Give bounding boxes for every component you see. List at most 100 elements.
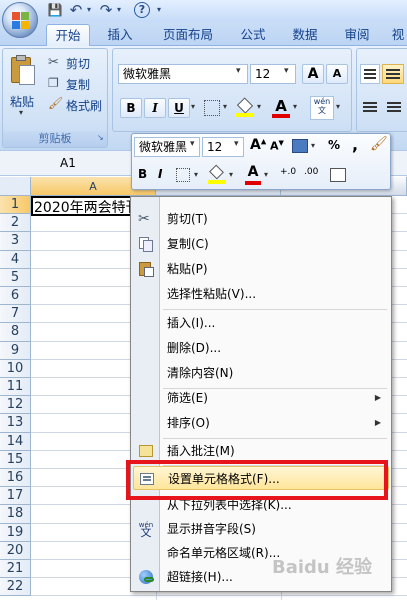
- row-header[interactable]: 21: [0, 560, 31, 579]
- row-header[interactable]: 8: [0, 323, 31, 342]
- menu-item-delete[interactable]: 删除(D)...: [133, 336, 389, 360]
- menu-item-paste-special[interactable]: 选择性粘贴(V)...: [133, 282, 389, 306]
- mini-number-format-dropdown-icon[interactable]: ▾: [311, 141, 315, 150]
- underline-dropdown-icon[interactable]: ▾: [191, 102, 195, 111]
- font-color-dropdown-icon[interactable]: ▾: [293, 102, 297, 111]
- decrease-decimal-icon[interactable]: .00: [304, 167, 318, 177]
- row-header[interactable]: 9: [0, 341, 31, 360]
- mini-borders-icon[interactable]: [176, 168, 190, 182]
- row-header[interactable]: 4: [0, 250, 31, 269]
- mini-format-painter-icon[interactable]: 🖌: [370, 136, 388, 152]
- mini-borders-dropdown-icon[interactable]: ▾: [194, 170, 198, 179]
- row-header[interactable]: 5: [0, 268, 31, 287]
- shrink-font-button[interactable]: A: [326, 64, 348, 84]
- mini-fill-dropdown-icon[interactable]: ▾: [229, 170, 233, 179]
- row-header[interactable]: 20: [0, 541, 31, 560]
- menu-item-insert[interactable]: 插入(I)...: [133, 311, 389, 335]
- redo-icon[interactable]: ↷: [98, 1, 114, 19]
- cut-button[interactable]: 剪切: [66, 55, 90, 72]
- increase-decimal-icon[interactable]: +.0: [280, 167, 296, 177]
- menu-item-show-phonetic[interactable]: wén 文 显示拼音字段(S): [133, 517, 389, 541]
- merge-center-icon[interactable]: [330, 168, 346, 182]
- row-header[interactable]: 19: [0, 523, 31, 542]
- menu-item-cut[interactable]: ✂ 剪切(T): [133, 207, 389, 231]
- menu-item-filter[interactable]: 筛选(E) ▶: [133, 386, 389, 410]
- undo-dropdown-icon[interactable]: ▾: [84, 1, 94, 19]
- row-header[interactable]: 14: [0, 432, 31, 451]
- tab-page-layout[interactable]: 页面布局: [155, 24, 221, 46]
- font-size-box[interactable]: 12: [250, 64, 296, 84]
- font-color-icon[interactable]: A: [270, 97, 292, 119]
- row-header[interactable]: 11: [0, 378, 31, 397]
- row-header[interactable]: 10: [0, 359, 31, 378]
- mini-grow-font-icon[interactable]: A▲: [250, 137, 266, 153]
- align-left-icon[interactable]: [360, 98, 380, 118]
- row-header[interactable]: 1: [0, 196, 31, 215]
- row-header[interactable]: 13: [0, 414, 31, 433]
- menu-item-paste[interactable]: 粘贴(P): [133, 257, 389, 281]
- submenu-arrow-icon: ▶: [374, 393, 381, 402]
- clipboard-launcher-icon[interactable]: ↘: [97, 133, 104, 142]
- row-header[interactable]: 17: [0, 487, 31, 506]
- borders-icon[interactable]: [204, 100, 220, 116]
- row-header[interactable]: 2: [0, 214, 31, 233]
- mini-number-format-icon[interactable]: [292, 139, 308, 153]
- font-name-dropdown-icon[interactable]: ▾: [236, 66, 241, 76]
- grow-font-button[interactable]: A: [302, 64, 324, 84]
- fill-color-dropdown-icon[interactable]: ▾: [257, 102, 261, 111]
- mini-bold-button[interactable]: B: [138, 167, 147, 181]
- menu-item-sort[interactable]: 排序(O) ▶: [133, 411, 389, 435]
- row-header[interactable]: 7: [0, 305, 31, 324]
- paste-icon[interactable]: [8, 55, 38, 89]
- row-header[interactable]: 22: [0, 578, 31, 597]
- undo-icon[interactable]: ↶: [68, 1, 84, 19]
- mini-font-color-icon[interactable]: A: [244, 164, 262, 186]
- menu-item-clear-contents[interactable]: 清除内容(N): [133, 361, 389, 385]
- tab-formulas[interactable]: 公式: [233, 24, 273, 46]
- row-header[interactable]: 15: [0, 450, 31, 469]
- help-icon[interactable]: ?: [134, 2, 150, 18]
- mini-size-dropdown-icon[interactable]: ▾: [234, 139, 239, 149]
- align-top-icon[interactable]: [360, 64, 380, 84]
- mini-italic-button[interactable]: I: [158, 167, 162, 181]
- mini-font-color-dropdown-icon[interactable]: ▾: [264, 170, 268, 179]
- align-middle-icon[interactable]: [382, 64, 404, 84]
- underline-button[interactable]: U: [168, 98, 190, 118]
- phonetic-guide-icon[interactable]: wén 文: [310, 96, 334, 120]
- tab-data[interactable]: 数据: [285, 24, 325, 46]
- paste-dropdown-icon[interactable]: ▾: [19, 108, 23, 117]
- tab-view[interactable]: 视: [389, 24, 407, 46]
- font-size-dropdown-icon[interactable]: ▾: [284, 66, 289, 76]
- align-center-icon[interactable]: [384, 98, 404, 118]
- redo-dropdown-icon[interactable]: ▾: [114, 1, 124, 19]
- format-painter-button[interactable]: 格式刷: [66, 97, 102, 114]
- font-name-box[interactable]: 微软雅黑: [118, 64, 248, 84]
- row-header[interactable]: 18: [0, 505, 31, 524]
- mini-shrink-font-icon[interactable]: A▼: [270, 139, 284, 153]
- tab-home[interactable]: 开始: [46, 24, 90, 46]
- phonetic-dropdown-icon[interactable]: ▾: [336, 102, 340, 111]
- mini-percent-button[interactable]: %: [328, 138, 340, 152]
- select-all-corner[interactable]: [0, 177, 31, 196]
- alignment-group: [356, 48, 407, 132]
- customize-qat-icon[interactable]: ▾: [154, 1, 164, 19]
- row-header[interactable]: 3: [0, 232, 31, 251]
- italic-button[interactable]: I: [144, 98, 166, 118]
- row-header[interactable]: 16: [0, 469, 31, 488]
- mini-font-dropdown-icon[interactable]: ▾: [190, 139, 195, 149]
- borders-dropdown-icon[interactable]: ▾: [223, 102, 227, 111]
- office-button[interactable]: [2, 2, 38, 38]
- name-box[interactable]: A1: [0, 153, 130, 173]
- mini-comma-button[interactable]: ,: [352, 135, 358, 154]
- row-header[interactable]: 12: [0, 396, 31, 415]
- mini-fill-color-icon[interactable]: [208, 164, 226, 184]
- fill-color-icon[interactable]: [236, 97, 254, 117]
- tab-review[interactable]: 审阅: [337, 24, 377, 46]
- save-icon[interactable]: 💾: [46, 1, 64, 19]
- copy-button[interactable]: 复制: [66, 76, 90, 93]
- menu-item-copy[interactable]: 复制(C): [133, 232, 389, 256]
- bold-button[interactable]: B: [120, 98, 142, 118]
- format-painter-icon: 🖌: [48, 96, 64, 110]
- tab-insert[interactable]: 插入: [100, 24, 140, 46]
- row-header[interactable]: 6: [0, 287, 31, 306]
